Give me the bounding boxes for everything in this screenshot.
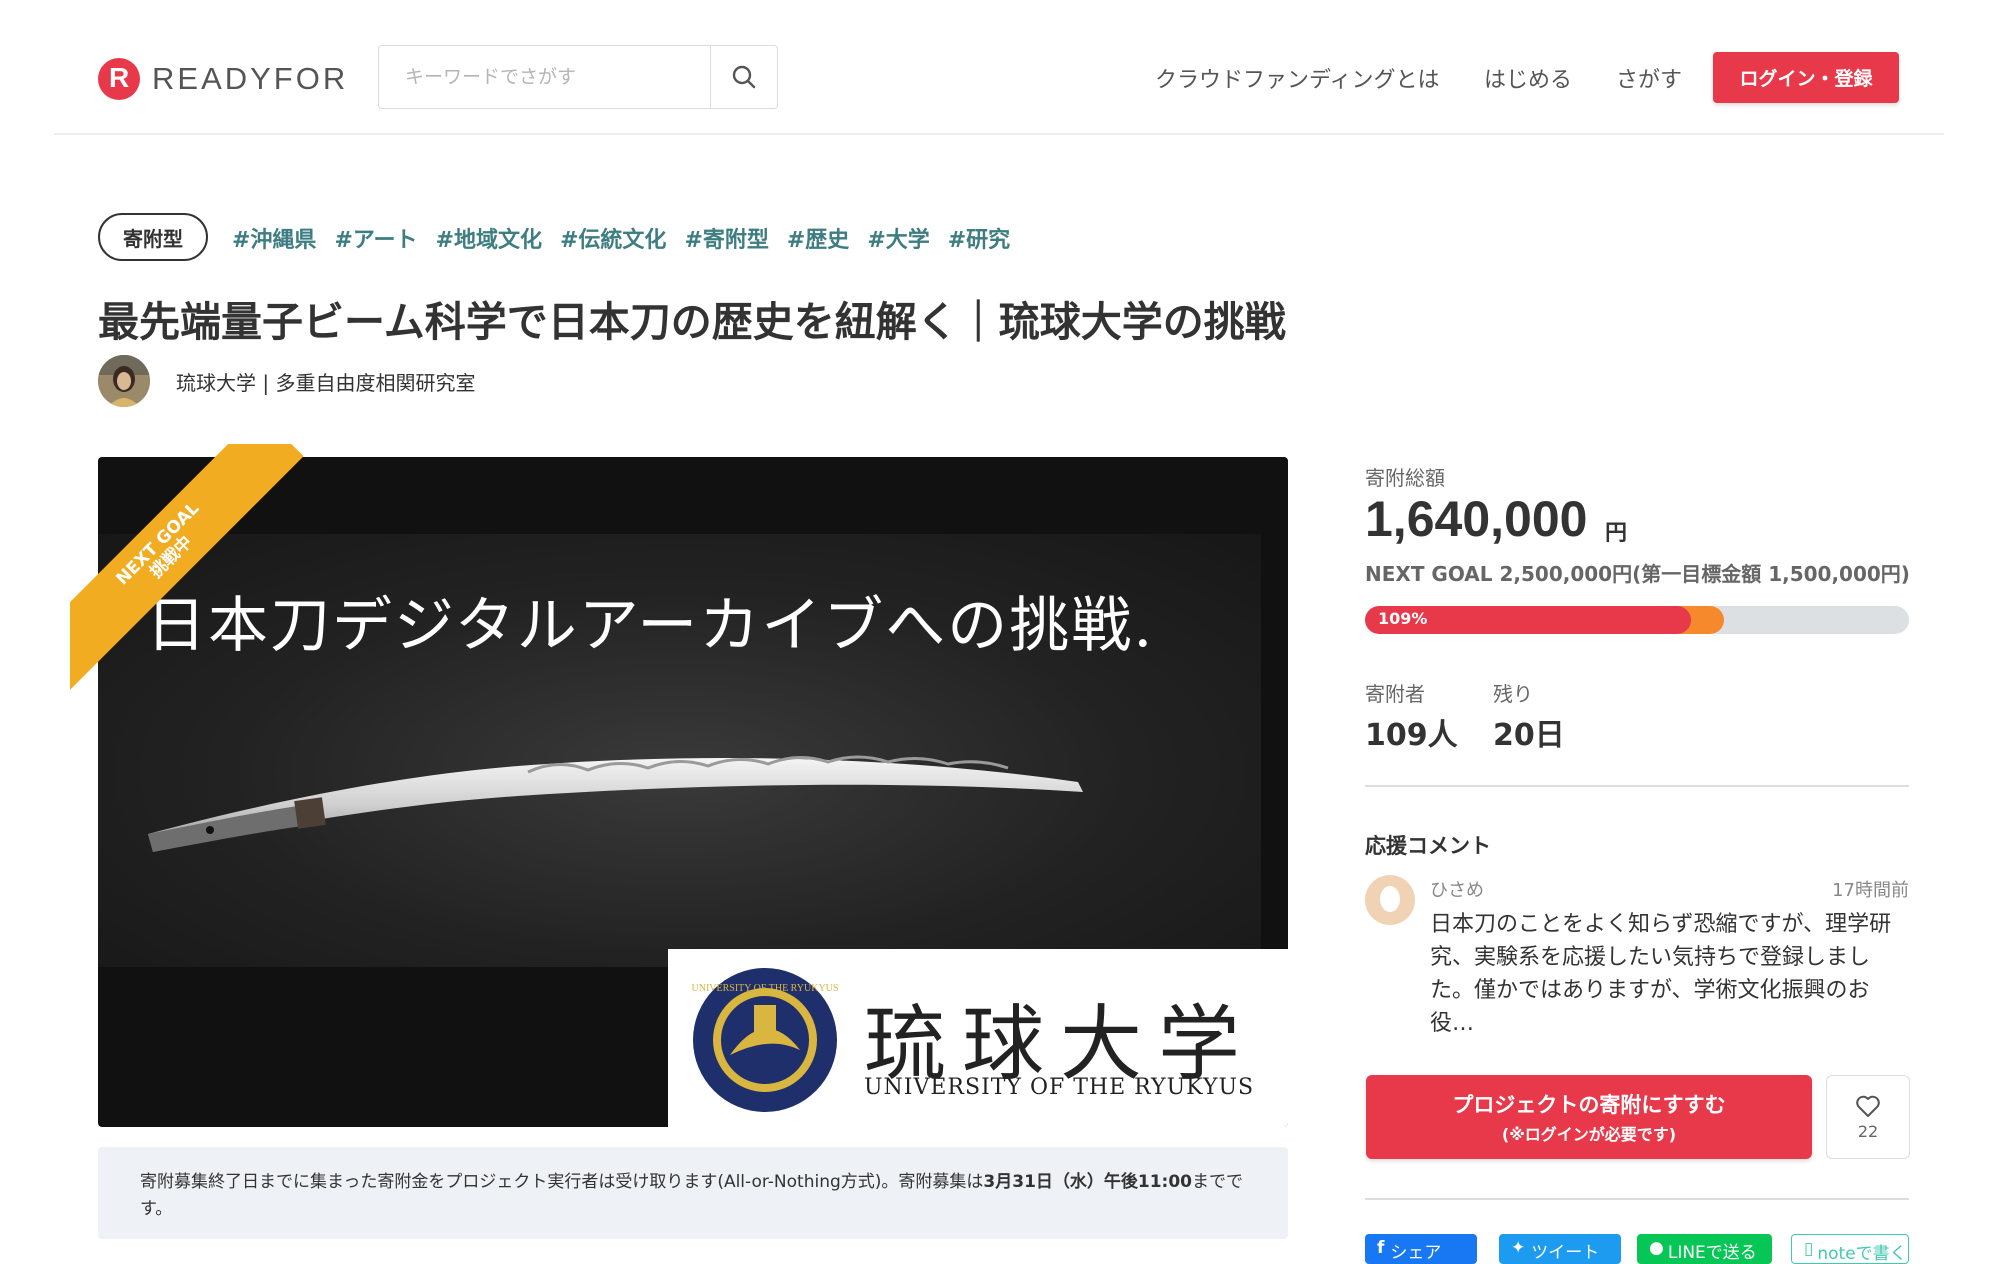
project-title: 最先端量子ビーム科学で日本刀の歴史を紐解く｜琉球大学の挑戦 bbox=[98, 298, 1286, 346]
heart-icon bbox=[1856, 1095, 1880, 1117]
logo-mark-icon: R bbox=[98, 58, 140, 100]
note-share-label: noteで書く bbox=[1817, 1244, 1907, 1264]
progress-bar: 109% bbox=[1365, 606, 1909, 634]
next-goal-ribbon: NEXT GOAL 挑戦中 bbox=[70, 444, 320, 694]
comment-text[interactable]: 日本刀のことをよく知らず恐縮ですが、理学研究、実験系を応援したい気持ちで登録しま… bbox=[1430, 908, 1910, 1040]
line-share-label: LINEで送る bbox=[1667, 1243, 1757, 1263]
actions-divider bbox=[1365, 1198, 1909, 1200]
tag-link[interactable]: #沖縄県 bbox=[232, 222, 316, 254]
favorite-count: 22 bbox=[1857, 1121, 1879, 1141]
search-box bbox=[378, 45, 778, 109]
tag-list: #沖縄県 #アート #地域文化 #伝統文化 #寄附型 #歴史 #大学 #研究 bbox=[232, 222, 1010, 254]
site-header: R READYFOR クラウドファンディングとは はじめる さがす ログイン・登… bbox=[0, 0, 2000, 135]
remaining-label: 残り bbox=[1493, 682, 1533, 706]
notice-deadline: 3月31日（水）午後11:00 bbox=[983, 1172, 1193, 1192]
tag-link[interactable]: #寄附型 bbox=[684, 222, 768, 254]
svg-text:UNIVERSITY OF THE RYUKYUS: UNIVERSITY OF THE RYUKYUS bbox=[692, 983, 839, 994]
support-button-label: プロジェクトの寄附にすすむ bbox=[1452, 1093, 1726, 1117]
remaining-days: 20日 bbox=[1493, 718, 1565, 753]
nav-search[interactable]: さがす bbox=[1616, 62, 1682, 94]
tag-link[interactable]: #地域文化 bbox=[436, 222, 542, 254]
search-button[interactable] bbox=[710, 46, 777, 108]
note-icon: ▯ bbox=[1804, 1239, 1814, 1259]
tag-link[interactable]: #大学 bbox=[867, 222, 929, 254]
supporters-label: 寄附者 bbox=[1365, 682, 1425, 706]
tag-link[interactable]: #歴史 bbox=[787, 222, 849, 254]
stats-divider bbox=[1365, 785, 1909, 787]
university-logo-panel: UNIVERSITY OF THE RYUKYUS 琉球大学 UNIVERSIT… bbox=[668, 949, 1288, 1127]
comments-title: 応援コメント bbox=[1365, 834, 1491, 858]
tag-link[interactable]: #アート bbox=[334, 222, 417, 254]
commenter-avatar[interactable] bbox=[1365, 875, 1415, 925]
total-label: 寄附総額 bbox=[1365, 466, 1445, 490]
login-register-button[interactable]: ログイン・登録 bbox=[1713, 52, 1899, 103]
next-goal-text: NEXT GOAL 2,500,000円(第一目標金額 1,500,000円) bbox=[1365, 562, 1910, 586]
readyfor-logo[interactable]: R READYFOR bbox=[98, 58, 348, 100]
progress-percent: 109% bbox=[1378, 609, 1428, 628]
twitter-share-label: ツイート bbox=[1531, 1243, 1600, 1263]
total-amount: 1,640,000 bbox=[1365, 491, 1588, 547]
search-icon bbox=[732, 65, 756, 89]
total-unit: 円 bbox=[1605, 521, 1628, 546]
supporters-count: 109人 bbox=[1365, 718, 1458, 753]
owner-avatar[interactable] bbox=[98, 355, 150, 407]
nav-about[interactable]: クラウドファンディングとは bbox=[1155, 62, 1439, 94]
tag-link[interactable]: #研究 bbox=[948, 222, 1010, 254]
favorite-button[interactable]: 22 bbox=[1826, 1075, 1910, 1159]
line-icon: ● bbox=[1649, 1238, 1664, 1258]
owner-name: 琉球大学 | 多重自由度相関研究室 bbox=[176, 370, 476, 395]
support-button-sublabel: (※ログインが必要です) bbox=[1501, 1125, 1677, 1144]
notice-text: 寄附募集終了日までに集まった寄附金をプロジェクト実行者は受け取ります(All-o… bbox=[140, 1172, 984, 1192]
owner-photo-icon bbox=[98, 355, 150, 407]
search-input[interactable] bbox=[379, 46, 710, 108]
comment-time: 17時間前 bbox=[1832, 880, 1909, 901]
logo-text: READYFOR bbox=[152, 61, 349, 96]
facebook-icon: f bbox=[1377, 1238, 1385, 1258]
nav-start[interactable]: はじめる bbox=[1484, 62, 1572, 94]
facebook-share-label: シェア bbox=[1390, 1243, 1442, 1263]
funding-notice: 寄附募集終了日までに集まった寄附金をプロジェクト実行者は受け取ります(All-o… bbox=[98, 1147, 1288, 1239]
university-name-en: UNIVERSITY OF THE RYUKYUS bbox=[864, 1075, 1255, 1100]
commenter-name[interactable]: ひさめ bbox=[1430, 876, 1484, 902]
header-divider bbox=[54, 133, 1944, 135]
tag-link[interactable]: #伝統文化 bbox=[560, 222, 666, 254]
university-seal-icon: UNIVERSITY OF THE RYUKYUS bbox=[692, 968, 839, 1112]
support-project-button[interactable]: プロジェクトの寄附にすすむ (※ログインが必要です) bbox=[1366, 1075, 1812, 1159]
project-type-tag[interactable]: 寄附型 bbox=[98, 213, 208, 261]
project-owner[interactable]: 琉球大学 | 多重自由度相関研究室 bbox=[98, 355, 475, 407]
twitter-bird-icon: ✦ bbox=[1511, 1238, 1526, 1258]
